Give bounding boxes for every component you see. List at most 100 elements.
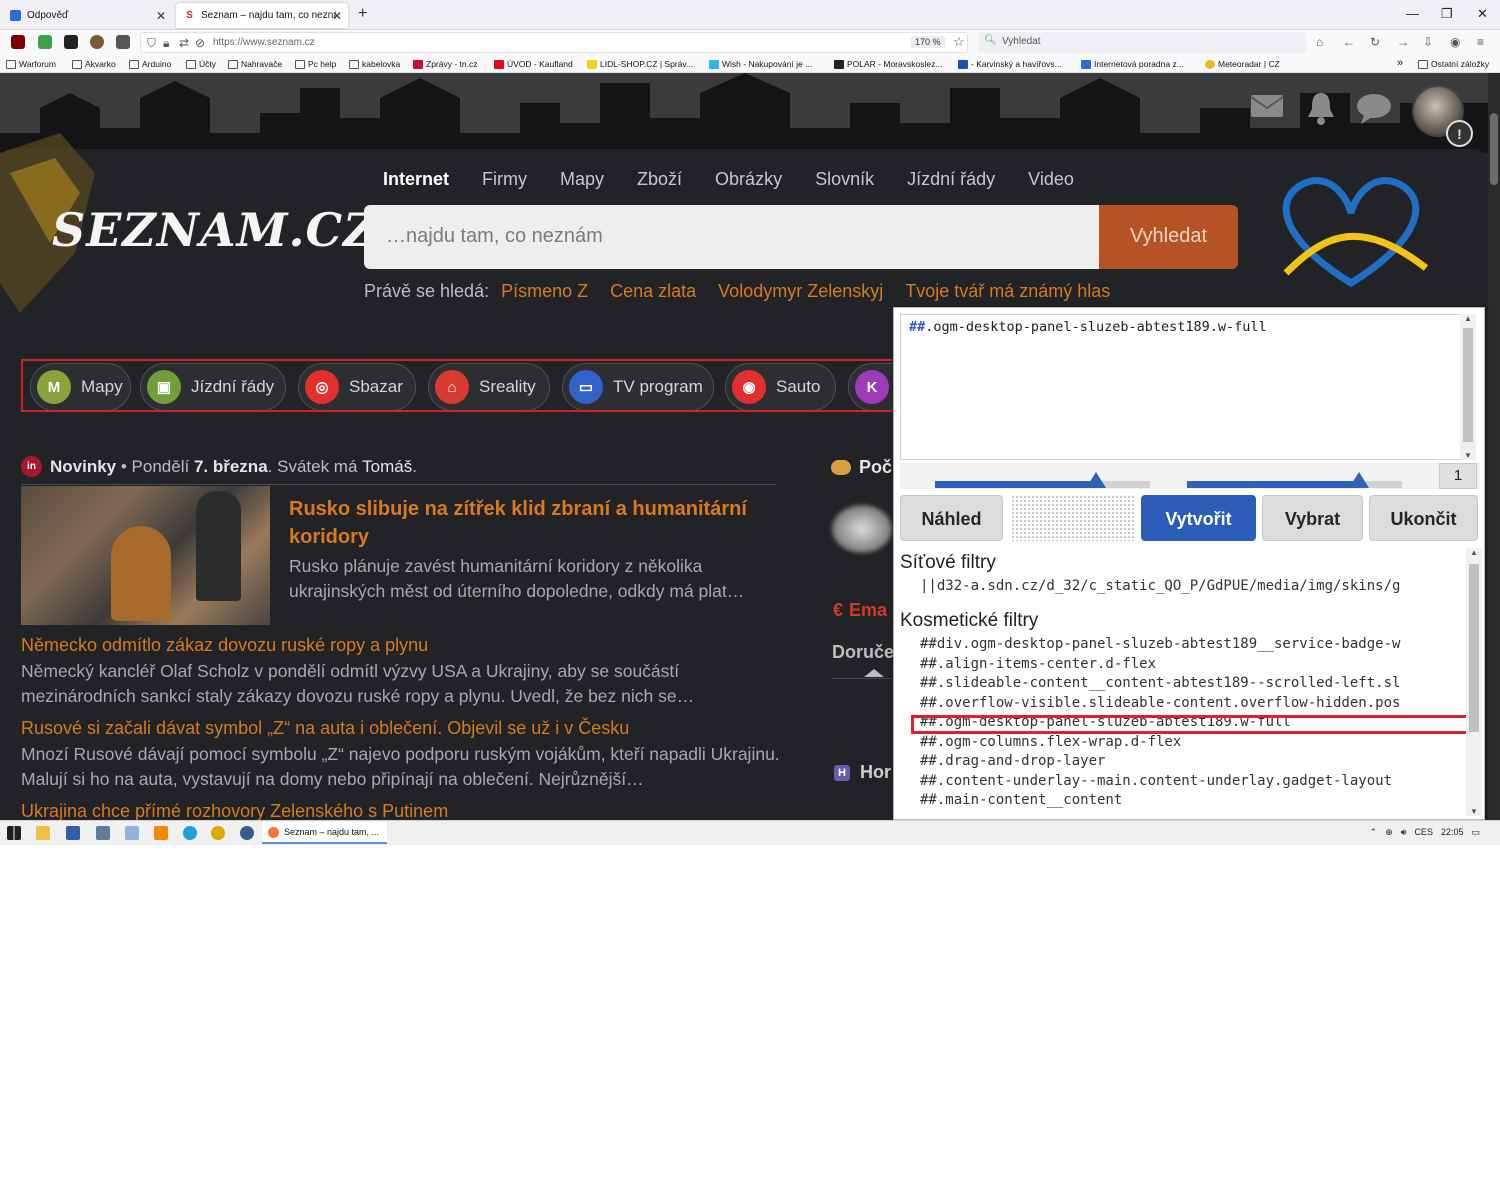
extension-cookie-icon[interactable] — [90, 35, 104, 49]
bookmark-link[interactable]: Internetová poradna z... — [1081, 59, 1184, 69]
trending-link[interactable]: Cena zlata — [610, 281, 696, 302]
filter-text[interactable]: ##.ogm-desktop-panel-sluzeb-abtest189.w-… — [909, 319, 1267, 335]
services-panel[interactable]: M Mapy ▣ Jízdní řády ◎ Sbazar ⌂ Sreality… — [21, 359, 901, 412]
article-title[interactable]: Ukrajina chce přímé rozhovory Zelenského… — [21, 801, 781, 820]
forward-icon[interactable]: → — [1397, 35, 1409, 49]
network-filter-option[interactable]: ||d32-a.sdn.cz/d_32/c_static_QO_P/GdPUE/… — [920, 578, 1466, 594]
bookmark-link[interactable]: Meteoradar | CZ — [1205, 59, 1280, 69]
tracking-icon[interactable]: ⊘ — [195, 36, 205, 50]
lock-icon[interactable]: 🔒︎ — [163, 36, 169, 51]
weather-header[interactable]: Poč — [831, 457, 892, 478]
close-window-icon[interactable]: ✕ — [1477, 6, 1488, 22]
filter-editor[interactable]: ##.ogm-desktop-panel-sluzeb-abtest189.w-… — [900, 314, 1470, 460]
maximize-icon[interactable]: ❐ — [1441, 6, 1453, 22]
vlc-icon[interactable] — [154, 826, 168, 840]
page-scrollbar[interactable] — [1488, 73, 1500, 820]
news-source[interactable]: Novinky — [50, 457, 116, 477]
url-text[interactable]: https://www.seznam.cz — [213, 37, 315, 48]
pick-button[interactable]: Vybrat — [1262, 495, 1363, 541]
volume-icon[interactable]: 🔊︎ — [1401, 827, 1407, 838]
bookmark-folder[interactable]: Pc help — [295, 59, 336, 69]
nav-zbozi[interactable]: Zboží — [637, 169, 682, 190]
bookmark-link[interactable]: LIDL-SHOP.CZ | Správ... — [587, 59, 693, 69]
lead-article-title[interactable]: Rusko slibuje na zítřek klid zbraní a hu… — [289, 495, 769, 551]
calculator-icon[interactable] — [96, 826, 110, 840]
scroll-down-icon[interactable]: ▼ — [1470, 807, 1478, 816]
scroll-up-icon[interactable]: ▲ — [1464, 314, 1472, 323]
cosmetic-filter-option[interactable]: ##.ogm-columns.flex-wrap.d-flex — [920, 733, 1466, 753]
extension-bird-icon[interactable] — [116, 35, 130, 49]
bookmark-link[interactable]: - Karvinský a havířovs... — [958, 59, 1062, 69]
close-tab-icon[interactable]: ✕ — [156, 9, 166, 23]
url-bar[interactable]: ⛉ 🔒︎ ⇄ ⊘ https://www.seznam.cz 170 % ☆ — [140, 32, 968, 53]
nav-firmy[interactable]: Firmy — [482, 169, 527, 190]
seznam-logo[interactable]: SEZNAM.CZ — [52, 203, 378, 257]
scroll-up-icon[interactable]: ▲ — [1470, 548, 1478, 557]
bookmark-star-icon[interactable]: ☆ — [953, 34, 965, 50]
cosmetic-filter-option[interactable]: ##.overflow-visible.slideable-content.ov… — [920, 694, 1466, 714]
service-mapy[interactable]: M Mapy — [30, 363, 131, 410]
search-button[interactable]: Vyhledat — [1099, 205, 1238, 269]
nav-slovnik[interactable]: Slovník — [815, 169, 874, 190]
edge-icon[interactable] — [183, 826, 197, 840]
cosmetic-filter-option[interactable]: ##.align-items-center.d-flex — [920, 655, 1466, 675]
language-indicator[interactable]: CES — [1414, 827, 1433, 838]
cosmetic-filter-option[interactable]: ##.main-content__content — [920, 791, 1466, 811]
nav-obrazky[interactable]: Obrázky — [715, 169, 782, 190]
clock[interactable]: 22:05 — [1441, 827, 1464, 838]
bookmark-folder[interactable]: Účty — [186, 59, 216, 69]
slider-thumb[interactable] — [1349, 472, 1369, 488]
article-text[interactable]: Mnozí Rusové dávají pomocí symbolu „Z“ n… — [21, 742, 781, 792]
extension-green-icon[interactable] — [38, 35, 52, 49]
cosmetic-filter-option[interactable]: ##.content-underlay--main.content-underl… — [920, 772, 1466, 792]
taskbar-firefox[interactable]: Seznam – najdu tam, ... — [262, 822, 387, 844]
preview-button[interactable]: Náhled — [900, 495, 1003, 541]
reload-icon[interactable]: ↻ — [1370, 35, 1380, 49]
new-tab-icon[interactable]: + — [358, 5, 367, 23]
bookmark-folder[interactable]: kabelovka — [349, 59, 400, 69]
help-badge[interactable]: ! — [1446, 120, 1473, 147]
create-button[interactable]: Vytvořit — [1141, 495, 1256, 541]
explorer-icon[interactable] — [36, 826, 50, 840]
nav-jizdni-rady[interactable]: Jízdní řády — [907, 169, 995, 190]
nav-mapy[interactable]: Mapy — [560, 169, 604, 190]
chat-icon[interactable] — [1356, 93, 1392, 125]
editor-scrollbar[interactable]: ▲ ▼ — [1460, 314, 1476, 460]
github-icon[interactable] — [240, 826, 254, 840]
depth-slider[interactable] — [1187, 472, 1402, 488]
other-bookmarks[interactable]: Ostatní záložky — [1418, 59, 1489, 69]
nav-internet[interactable]: Internet — [383, 169, 449, 190]
ublock-icon[interactable] — [11, 35, 25, 49]
trending-link[interactable]: Volodymyr Zelenskyj — [718, 281, 883, 302]
search-input[interactable]: …najdu tam, co neznám — [364, 205, 1100, 269]
notifications-icon[interactable]: ▭ — [1471, 827, 1480, 838]
deliver-tab[interactable]: Doruče — [832, 642, 894, 663]
bookmark-link[interactable]: Zprávy - tn.cz — [413, 59, 477, 69]
bookmark-folder[interactable]: Nahravače — [228, 59, 282, 69]
sync-icon[interactable]: ◉ — [1450, 35, 1460, 49]
scroll-down-icon[interactable]: ▼ — [1464, 451, 1472, 460]
downloads-icon[interactable]: ⇩ — [1423, 35, 1433, 49]
email-header[interactable]: € Ema — [833, 600, 893, 621]
tray-chevron-icon[interactable]: ⌃ — [1370, 827, 1378, 838]
zoom-level[interactable]: 170 % — [911, 36, 945, 48]
menu-icon[interactable]: ≡ — [1477, 35, 1484, 49]
tab-seznam[interactable]: S Seznam – najdu tam, co nezná ✕ — [176, 3, 348, 28]
trending-link[interactable]: Písmeno Z — [501, 281, 588, 302]
extension-dice-icon[interactable] — [64, 35, 78, 49]
bookmark-folder[interactable]: Akvarko — [72, 59, 116, 69]
service-sreality[interactable]: ⌂ Sreality — [428, 363, 550, 410]
horoscope-header[interactable]: H Hor — [834, 762, 891, 783]
close-tab-icon[interactable]: ✕ — [332, 9, 342, 23]
trending-link[interactable]: Tvoje tvář má známý hlas — [905, 281, 1110, 302]
lead-article-text[interactable]: Rusko plánuje zavést humanitární koridor… — [289, 554, 777, 604]
cosmetic-filter-option[interactable]: ##.drag-and-drop-layer — [920, 752, 1466, 772]
app-icon[interactable] — [66, 826, 80, 840]
bookmarks-overflow-icon[interactable]: » — [1397, 57, 1403, 69]
shield-icon[interactable]: ⛉ — [147, 36, 156, 51]
network-icon[interactable]: ⊕ — [1385, 827, 1393, 838]
envelope-icon[interactable] — [1250, 93, 1284, 119]
cosmetic-filter-option[interactable]: ##div.ogm-desktop-panel-sluzeb-abtest189… — [920, 635, 1466, 655]
service-sbazar[interactable]: ◎ Sbazar — [298, 363, 416, 410]
service-tv-program[interactable]: ▭ TV program — [562, 363, 714, 410]
